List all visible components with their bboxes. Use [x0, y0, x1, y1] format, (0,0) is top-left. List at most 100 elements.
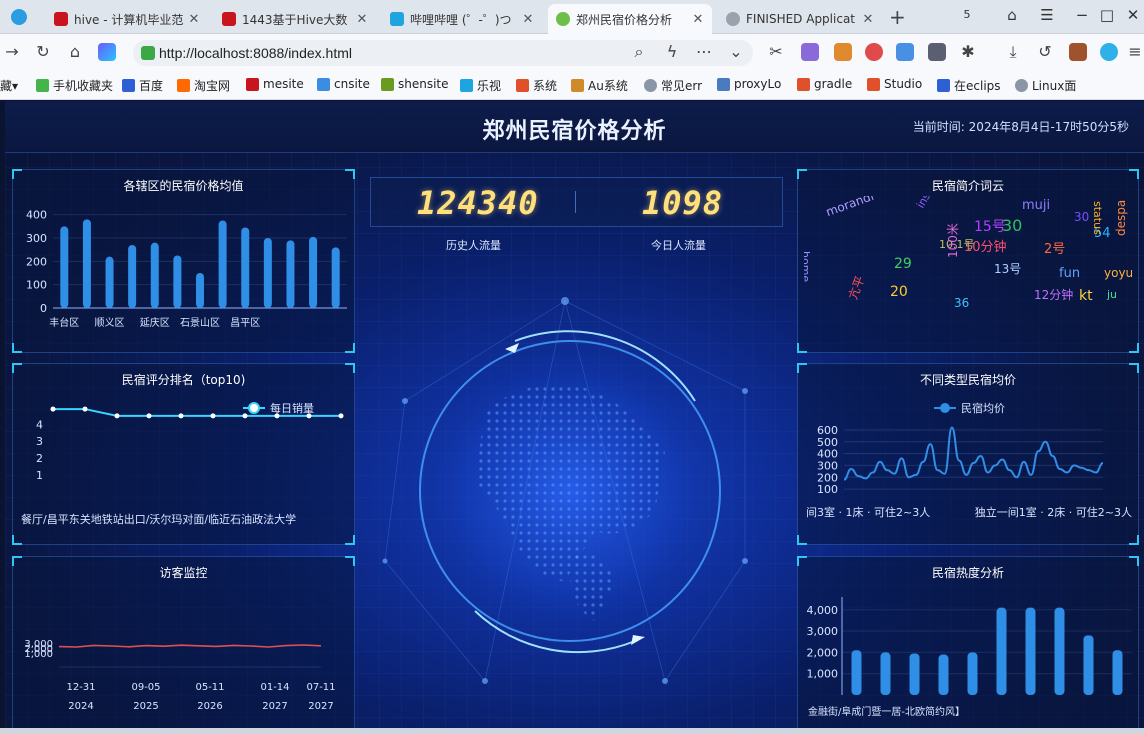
today-visits-value: 1098 — [642, 184, 724, 222]
word-cloud-word: ju — [1107, 288, 1118, 301]
bookmark-item[interactable]: shensite — [381, 77, 449, 91]
y-tick-label: 2,000 — [807, 646, 839, 659]
bar — [241, 227, 250, 308]
zoom-icon[interactable]: ⌕ — [629, 42, 649, 62]
bookmark-item[interactable]: Studio — [867, 77, 922, 91]
bookmark-item[interactable]: 淘宝网 — [177, 77, 230, 94]
type-avg-line-chart: 100200300400500600 民宿均价间3室 · 1床 · 可住2~3人 独… — [806, 401, 1132, 519]
bookmark-item[interactable]: 藏 ▾ — [0, 77, 18, 94]
tab-close-icon[interactable]: ✕ — [186, 12, 202, 27]
x-axis-label: 餐厅/昌平东关地铁站出口/沃尔玛对面/临近石油政法大学 — [21, 512, 296, 526]
tab-count-icon[interactable]: 5 — [950, 0, 984, 30]
word-cloud-word: status — [1091, 201, 1104, 235]
tab-close-icon[interactable]: ✕ — [690, 12, 706, 27]
x-tick-label: 间3室 · 1床 · 可住2~3人 — [806, 505, 930, 519]
bookmark-item[interactable]: mesite — [246, 77, 304, 91]
tab-close-icon[interactable]: ✕ — [860, 12, 876, 27]
today-visits-label: 今日人流量 — [651, 239, 706, 252]
tab-title: 郑州民宿价格分析 — [576, 12, 673, 27]
word-cloud-word: 30 — [1002, 216, 1023, 235]
briefcase-icon[interactable] — [1069, 43, 1087, 61]
home-icon[interactable]: ⌂ — [65, 42, 85, 61]
y-tick-label: 1,000 — [807, 668, 839, 681]
mail-icon[interactable] — [896, 43, 914, 61]
bar — [938, 654, 949, 695]
data-point — [306, 413, 312, 419]
shirt-icon[interactable]: ⌂ — [995, 0, 1029, 30]
undo-icon[interactable]: ↺ — [1035, 42, 1055, 61]
telegram-icon[interactable] — [11, 9, 27, 25]
bookmark-item[interactable]: 系统 — [516, 77, 557, 94]
bookmark-item[interactable]: gradle — [797, 77, 852, 91]
y-tick-label: 500 — [817, 436, 838, 449]
menu-icon[interactable]: ☰ — [1030, 0, 1064, 30]
bookmark-item[interactable]: 手机收藏夹 — [36, 77, 113, 94]
word-cloud-word: ins2 — [914, 196, 937, 211]
heat-panel: 民宿热度分析 1,000 2,000 3,000 4,000 金融街/阜成门暨一居-北欧… — [797, 556, 1139, 734]
tab-close-icon[interactable]: ✕ — [354, 12, 370, 27]
globe-icon — [644, 79, 657, 92]
extension-icon[interactable] — [801, 43, 819, 61]
bar — [996, 607, 1007, 695]
bar — [1112, 650, 1123, 695]
series-line — [58, 644, 322, 648]
tab-hive[interactable]: hive - 计算机毕业范 ✕ — [46, 4, 208, 34]
word-cloud-word: 12分钟 — [1034, 288, 1074, 302]
tab-zhengzhou-analysis[interactable]: 郑州民宿价格分析 ✕ — [548, 4, 712, 34]
bar — [1025, 607, 1036, 695]
bar — [128, 245, 137, 308]
leaf-icon — [556, 12, 570, 26]
x-tick-label: 延庆区 — [140, 316, 170, 329]
x-axis-label: 金融街/阜成门暨一居-北欧简约风】 — [808, 705, 965, 718]
tab-finished-application[interactable]: FINISHED Applicat ✕ — [718, 4, 882, 34]
tab-title: FINISHED Applicat — [746, 12, 856, 26]
y-tick-label: 1 — [36, 469, 43, 482]
taskbar — [0, 728, 1144, 734]
puzzle-icon[interactable]: ✱ — [958, 42, 978, 61]
back-icon[interactable]: → — [2, 42, 22, 61]
bookmark-item[interactable]: proxyLo — [717, 77, 781, 91]
rating-panel: 民宿评分排名（top10) 1 2 3 4 每日销量 餐厅/昌平东关地铁站出口/沃尔玛对面… — [12, 363, 355, 545]
phone-icon — [36, 79, 49, 92]
cut-icon[interactable]: ✂ — [766, 42, 786, 61]
extension-icon[interactable] — [865, 43, 883, 61]
tab-hive-bigdata[interactable]: 1443基于Hive大数 ✕ — [214, 4, 376, 34]
heat-bar-chart: 1,000 2,000 3,000 4,000 金融街/阜成门暨一居-北欧简约风】 — [807, 597, 1132, 718]
ai-icon[interactable] — [98, 43, 116, 61]
bar — [263, 238, 272, 308]
dashboard: 郑州民宿价格分析 当前时间: 2024年8月4日-17时50分5秒 124340… — [5, 101, 1144, 734]
data-point — [242, 413, 248, 419]
site-info-icon[interactable] — [141, 46, 155, 60]
more-icon[interactable]: ⋯ — [694, 42, 714, 61]
extension-icon[interactable] — [834, 43, 852, 61]
bookmark-item[interactable]: 百度 — [122, 77, 163, 94]
download-icon[interactable]: ⤓ — [1003, 42, 1023, 62]
bookmark-item[interactable]: 在eclips — [937, 77, 1001, 94]
chevron-down-icon[interactable]: ⌄ — [726, 42, 746, 61]
bookmark-item[interactable]: 乐视 — [460, 77, 501, 94]
bookmark-item[interactable]: cnsite — [317, 77, 370, 91]
tab-close-icon[interactable]: ✕ — [520, 12, 536, 27]
data-point — [114, 413, 120, 419]
address-bar[interactable]: http://localhost:8088/index.html — [133, 40, 753, 66]
new-tab-icon[interactable]: + — [889, 5, 906, 29]
flash-icon[interactable]: ϟ — [662, 42, 682, 61]
word-cloud-word: 2号 — [1044, 242, 1066, 257]
bookmark-item[interactable]: 常见err — [644, 77, 702, 94]
word-cloud-word: despa — [1114, 199, 1128, 236]
bilibili-icon — [390, 12, 404, 26]
tab-bilibili[interactable]: 哔哩哔哩 (゜-゜)つ ✕ — [382, 4, 542, 34]
bookmark-item[interactable]: Au系统 — [571, 77, 628, 94]
bar — [851, 650, 862, 695]
type-avg-panel: 不同类型民宿均价 100 200 300 400 500 600 民宿均价 间3室 · 1床 … — [797, 363, 1139, 545]
url-text[interactable]: http://localhost:8088/index.html — [159, 45, 352, 61]
extension-icon[interactable] — [928, 43, 946, 61]
reload-icon[interactable]: ↻ — [33, 42, 53, 61]
close-window-icon[interactable]: ✕ — [1116, 0, 1144, 30]
y-tick-label: 200 — [817, 471, 838, 484]
edge-icon[interactable] — [1100, 43, 1118, 61]
bookmark-item[interactable]: Linux面 — [1015, 77, 1076, 94]
x-tick-label: 09-05 — [131, 682, 160, 693]
data-point — [210, 413, 216, 419]
menu-icon[interactable]: ≡ — [1125, 42, 1144, 61]
